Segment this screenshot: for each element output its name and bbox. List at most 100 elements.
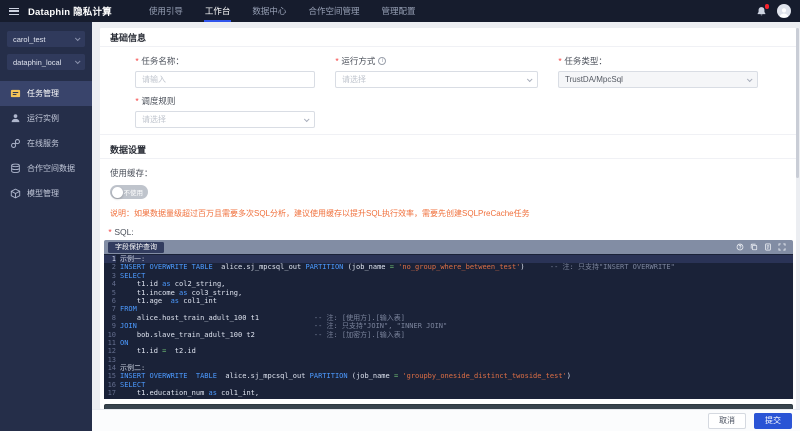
schedule-rule-field: *调度规则 请选择 — [135, 95, 315, 128]
line-number: 16 — [104, 381, 116, 389]
line-number: 15 — [104, 372, 116, 380]
line-number: 8 — [104, 314, 116, 322]
task-type-select[interactable]: TrustDA/MpcSql — [558, 71, 758, 88]
sql-label: SQL: — [114, 227, 133, 237]
footer-bar: 取消 提交 — [92, 409, 800, 431]
required-icon: * — [135, 56, 138, 66]
workspace-selector[interactable]: dataphin_local — [7, 54, 85, 70]
task-name-label: *任务名称： — [135, 55, 315, 67]
sql-label-row: *SQL: — [100, 219, 796, 240]
run-mode-placeholder: 请选择 — [342, 74, 366, 85]
sidebar-item[interactable]: 在线服务 — [0, 131, 92, 156]
sql-editor-toolbar: 字段保护查询 — [104, 240, 793, 254]
document-icon[interactable] — [764, 243, 772, 251]
content-area: 基础信息 *任务名称： 请输入 *运行方式 请选择 *任务类型： TrustD — [92, 22, 800, 409]
help-icon[interactable] — [736, 243, 744, 251]
coop-space-data-icon — [10, 163, 21, 174]
topbar-actions — [756, 4, 791, 18]
required-icon: * — [135, 96, 138, 106]
nav-tab[interactable]: 数据中心 — [241, 0, 297, 22]
topbar-nav: 使用引导工作台数据中心合作空间管理管理配置 — [138, 0, 427, 22]
line-number: 13 — [104, 356, 116, 364]
code-line: INSERT OVERWRITE TABLE alice.sj_mpcsql_o… — [120, 372, 793, 380]
schedule-rule-select[interactable]: 请选择 — [135, 111, 315, 128]
line-number: 7 — [104, 305, 116, 313]
brand-title: Dataphin 隐私计算 — [28, 4, 112, 18]
sql-editor: 字段保护查询 1234567891011121314151617 示例一:INS… — [104, 240, 793, 399]
line-number: 4 — [104, 280, 116, 288]
code-line: INSERT OVERWRITE TABLE alice.sj_mpcsql_o… — [120, 263, 793, 271]
sidebar-item-label: 合作空间数据 — [27, 163, 75, 174]
schedule-rule-placeholder: 请选择 — [142, 114, 166, 125]
sidebar-item-label: 任务管理 — [27, 88, 59, 99]
sidebar-menu: 任务管理运行实例在线服务合作空间数据模型管理 — [0, 81, 92, 206]
workspace-selector[interactable]: carol_test — [7, 31, 85, 47]
model-manage-icon — [10, 188, 21, 199]
run-mode-field: *运行方式 请选择 — [335, 55, 538, 88]
sql-code-area[interactable]: 1234567891011121314151617 示例一:INSERT OVE… — [104, 254, 793, 399]
chevron-down-icon — [75, 35, 81, 41]
workspace-selector-value: carol_test — [13, 35, 46, 44]
bell-icon[interactable] — [756, 6, 767, 17]
sql-check-result-panel[interactable]: SQL检查结果: — [104, 404, 793, 409]
line-number: 6 — [104, 297, 116, 305]
line-number: 17 — [104, 389, 116, 397]
sidebar-selectors: carol_test dataphin_local — [0, 31, 92, 70]
topbar: Dataphin 隐私计算 使用引导工作台数据中心合作空间管理管理配置 — [0, 0, 800, 22]
line-number: 5 — [104, 289, 116, 297]
required-icon: * — [558, 56, 561, 66]
nav-tab[interactable]: 使用引导 — [138, 0, 194, 22]
code-line: ON — [120, 339, 793, 347]
run-mode-select[interactable]: 请选择 — [335, 71, 538, 88]
copy-icon[interactable] — [750, 243, 758, 251]
basic-info-form: *任务名称： 请输入 *运行方式 请选择 *任务类型： TrustDA/MpcS… — [100, 47, 796, 134]
code-line: t1.education_num as col1_int, — [120, 389, 793, 397]
sidebar-item[interactable]: 模型管理 — [0, 181, 92, 206]
code-line: bob.slave_train_adult_100 t2 -- 注: [加密方]… — [120, 331, 793, 339]
editor-toolbar-icons — [736, 243, 786, 251]
editor-gutter: 1234567891011121314151617 — [104, 255, 120, 399]
field-protection-query-button[interactable]: 字段保护查询 — [108, 242, 164, 253]
avatar[interactable] — [777, 4, 791, 18]
chevron-down-icon — [304, 116, 310, 122]
chevron-down-icon — [747, 76, 753, 82]
code-line: FROM — [120, 305, 793, 313]
line-number: 2 — [104, 263, 116, 271]
online-service-icon — [10, 138, 21, 149]
sidebar-item-label: 在线服务 — [27, 138, 59, 149]
info-icon[interactable] — [378, 57, 386, 65]
sidebar-item[interactable]: 合作空间数据 — [0, 156, 92, 181]
fullscreen-icon[interactable] — [778, 243, 786, 251]
schedule-rule-label: *调度规则 — [135, 95, 315, 107]
code-line: SELECT — [120, 381, 793, 389]
sidebar-item-label: 模型管理 — [27, 188, 59, 199]
line-number: 9 — [104, 322, 116, 330]
run-instance-icon — [10, 113, 21, 124]
line-number: 1 — [104, 255, 116, 263]
cache-toggle-text: 不使用 — [124, 187, 144, 197]
nav-tab[interactable]: 合作空间管理 — [297, 0, 370, 22]
cache-toggle[interactable]: 不使用 — [110, 185, 148, 199]
code-line: JOIN -- 注: 只支持"JOIN", "INNER JOIN" — [120, 322, 793, 330]
editor-code: 示例一:INSERT OVERWRITE TABLE alice.sj_mpcs… — [120, 255, 793, 399]
line-number: 11 — [104, 339, 116, 347]
use-cache-label: 使用缓存： — [110, 167, 786, 179]
toggle-knob-icon — [112, 187, 123, 198]
chevron-down-icon — [75, 58, 81, 64]
code-line: 示例二: — [120, 364, 793, 372]
line-number: 14 — [104, 364, 116, 372]
task-name-input[interactable]: 请输入 — [135, 71, 315, 88]
sidebar-item[interactable]: 任务管理 — [0, 81, 92, 106]
sidebar-item[interactable]: 运行实例 — [0, 106, 92, 131]
scrollbar[interactable] — [796, 28, 799, 178]
submit-button[interactable]: 提交 — [754, 413, 792, 429]
code-line: t1.age as col1_int — [120, 297, 793, 305]
code-line: SELECT — [120, 272, 793, 280]
hamburger-menu-icon[interactable] — [9, 8, 19, 15]
data-settings-section: 数据设置 使用缓存： 不使用 说明：如果数据量级超过百万且需要多次SQL分析，建… — [100, 134, 796, 219]
nav-tab[interactable]: 工作台 — [194, 0, 242, 22]
nav-tab[interactable]: 管理配置 — [370, 0, 426, 22]
cancel-button[interactable]: 取消 — [708, 413, 746, 429]
section-basic-info-title: 基础信息 — [100, 28, 796, 47]
task-type-field: *任务类型： TrustDA/MpcSql — [558, 55, 758, 88]
